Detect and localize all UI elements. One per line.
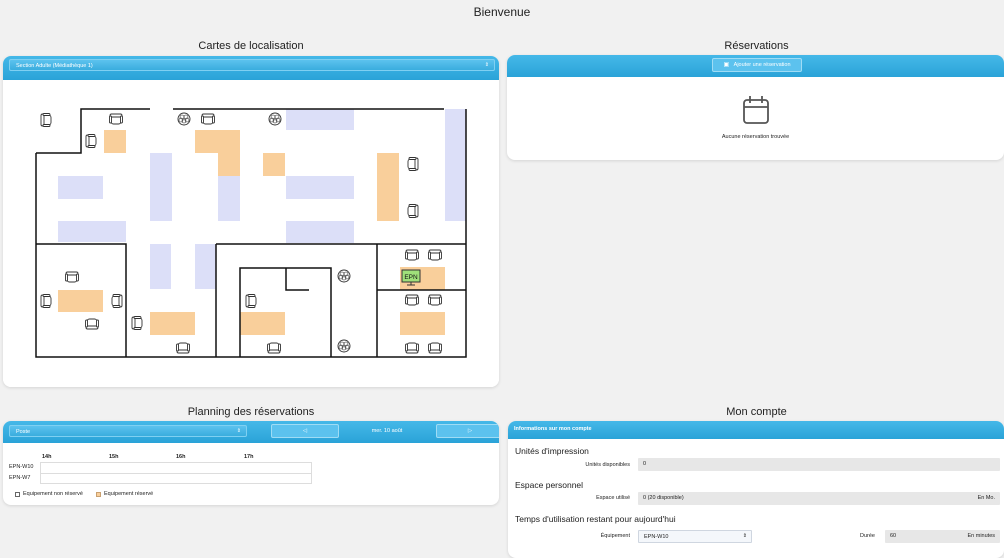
calendar-icon (743, 96, 769, 124)
epn-label: EPN (404, 274, 418, 281)
chair (267, 342, 281, 354)
units-available-value: 0 (643, 461, 647, 467)
space-unit: En Mo. (977, 495, 995, 501)
equipment-value: EPN-W10 (644, 534, 669, 540)
desk (263, 153, 285, 176)
previous-day-button[interactable]: ◁ (271, 424, 339, 438)
equipment-select[interactable]: EPN-W10 ⇕ (638, 530, 752, 543)
hour-14: 14h (42, 454, 52, 460)
table (286, 221, 354, 243)
plant-icon (337, 339, 351, 353)
chair (405, 294, 419, 306)
planning-filter-select[interactable]: Poste ⇕ (9, 425, 247, 437)
duration-value: 60 (890, 533, 897, 539)
legend-reserved-swatch (96, 492, 101, 497)
desk (104, 130, 126, 153)
chair (40, 113, 52, 127)
legend-unreserved-label: Equipement non réservé (23, 491, 83, 497)
planning-grid (40, 462, 312, 484)
planning-grid-divider (41, 473, 311, 474)
space-used-label: Espace utilisé (596, 495, 630, 501)
desk (377, 153, 399, 221)
desk (400, 312, 445, 335)
chair (109, 113, 123, 125)
plant-icon (177, 112, 191, 126)
chair (40, 294, 52, 308)
chair (85, 134, 97, 148)
floor-plan[interactable]: EPN (3, 56, 499, 387)
desk (195, 130, 240, 153)
reservations-card: ▣ Ajouter une réservation Aucune réserva… (507, 55, 1004, 160)
chair (405, 342, 419, 354)
chair (176, 342, 190, 354)
space-used-field: 0 (20 disponible) En Mo. (638, 492, 1000, 505)
planning-row-label: EPN-W7 (9, 475, 31, 481)
table (58, 176, 103, 199)
chair (407, 157, 419, 171)
hour-16: 16h (176, 454, 186, 460)
desk (240, 312, 285, 335)
planning-filter-value: Poste (16, 429, 31, 435)
desk (150, 312, 195, 335)
chair (428, 249, 442, 261)
table (218, 176, 240, 221)
chair (85, 318, 99, 330)
chair (111, 294, 123, 308)
account-header: Informations sur mon compte (514, 426, 592, 432)
map-section-title: Cartes de localisation (198, 40, 304, 52)
map-card: Section Adulte (Médiathèque 1) ⇕ EPN (3, 56, 499, 387)
table (58, 221, 126, 242)
units-available-field: 0 (638, 458, 1000, 471)
account-title: Mon compte (726, 406, 787, 418)
units-available-label: Unités disponibles (585, 462, 630, 468)
space-used-value: 0 (20 disponible) (643, 495, 684, 501)
table (150, 153, 172, 221)
table (445, 109, 466, 221)
chair (65, 271, 79, 283)
chair (428, 342, 442, 354)
desk (218, 153, 240, 176)
table (150, 244, 171, 289)
account-card: Informations sur mon compte Unités d'imp… (508, 421, 1004, 558)
no-reservation-text: Aucune réservation trouvée (721, 134, 790, 140)
plant-icon (337, 269, 351, 283)
desk (58, 290, 103, 312)
personal-space-heading: Espace personnel (515, 480, 584, 490)
chair (428, 294, 442, 306)
planning-card: Poste ⇕ ◁ mer. 10 août ▷ 14h 15h 16h 17h… (3, 421, 499, 505)
chevron-updown-icon: ⇕ (742, 533, 747, 539)
legend-reserved-label: Equipement réservé (104, 491, 154, 497)
chevron-left-icon: ◁ (302, 428, 308, 434)
chevron-right-icon: ▷ (467, 428, 473, 434)
add-reservation-label: Ajouter une réservation (733, 62, 791, 68)
planning-row-label: EPN-W10 (9, 464, 34, 470)
chair (407, 204, 419, 218)
plant-icon (268, 112, 282, 126)
hour-15: 15h (109, 454, 119, 460)
calendar-add-icon: ▣ (723, 62, 730, 68)
reservations-title: Réservations (724, 40, 789, 52)
hour-17: 17h (244, 454, 254, 460)
table (286, 109, 354, 130)
duration-label: Durée (860, 533, 875, 539)
table (195, 244, 216, 289)
duration-field[interactable]: 60 En minutes (885, 530, 1000, 543)
table (286, 176, 354, 199)
planning-title: Planning des réservations (187, 406, 315, 418)
chair (201, 113, 215, 125)
chair (245, 294, 257, 308)
planning-date: mer. 10 août (371, 428, 403, 434)
next-day-button[interactable]: ▷ (436, 424, 499, 438)
equipment-label: Équipement (600, 533, 630, 539)
duration-unit: En minutes (967, 533, 995, 539)
print-units-heading: Unités d'impression (515, 446, 589, 456)
legend-unreserved-swatch (15, 492, 20, 497)
add-reservation-button[interactable]: ▣ Ajouter une réservation (712, 58, 802, 72)
chevron-updown-icon: ⇕ (236, 428, 241, 434)
chair (131, 316, 143, 330)
time-heading: Temps d'utilisation restant pour aujourd… (515, 514, 676, 524)
page-title: Bienvenue (473, 5, 531, 19)
chair (405, 249, 419, 261)
